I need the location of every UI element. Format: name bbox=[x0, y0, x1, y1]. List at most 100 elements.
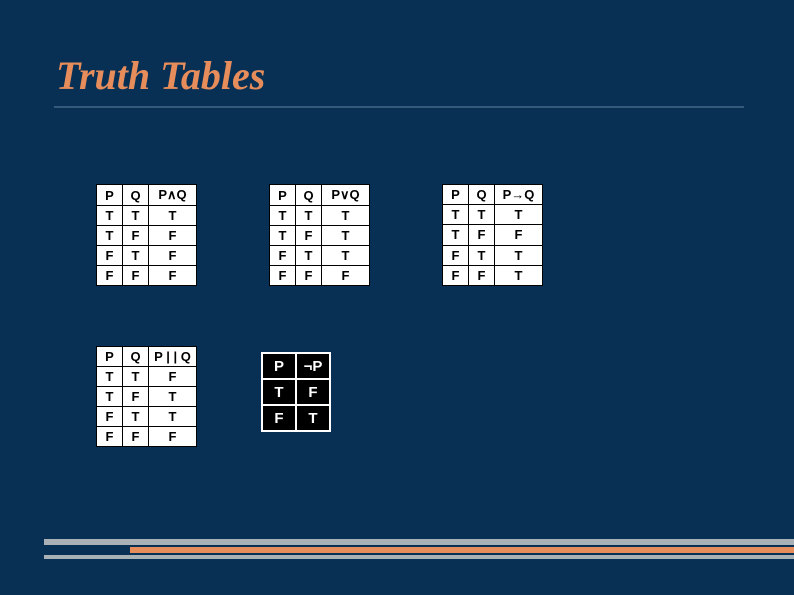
cell: F bbox=[123, 387, 149, 407]
cell: F bbox=[322, 266, 370, 286]
cell: F bbox=[262, 405, 296, 431]
cell: T bbox=[123, 246, 149, 266]
cell: F bbox=[97, 407, 123, 427]
cell: T bbox=[443, 205, 469, 225]
col-header-and: P∧Q bbox=[149, 185, 197, 206]
cell: F bbox=[149, 246, 197, 266]
cell: F bbox=[495, 225, 543, 245]
cell: T bbox=[495, 205, 543, 225]
cell: T bbox=[270, 226, 296, 246]
cell: F bbox=[149, 266, 197, 286]
table-row: FFF bbox=[97, 427, 197, 447]
cell: T bbox=[322, 206, 370, 226]
table-row: TFF bbox=[443, 225, 543, 245]
table-row: FTT bbox=[97, 407, 197, 427]
cell: T bbox=[469, 205, 495, 225]
col-header-q: Q bbox=[469, 185, 495, 205]
cell: T bbox=[262, 379, 296, 405]
cell: T bbox=[322, 226, 370, 246]
truth-table-and: P Q P∧Q TTT TFF FTF FFF bbox=[96, 184, 197, 286]
cell: F bbox=[149, 226, 197, 246]
cell: T bbox=[97, 206, 123, 226]
cell: T bbox=[149, 387, 197, 407]
cell: F bbox=[97, 246, 123, 266]
footer-bar-gray-bottom bbox=[44, 555, 794, 559]
table-row: FTF bbox=[97, 246, 197, 266]
table-row: FT bbox=[262, 405, 330, 431]
col-header-imp: P→Q bbox=[495, 185, 543, 205]
footer-decoration bbox=[0, 539, 794, 559]
table-row: TTT bbox=[270, 206, 370, 226]
table-row: FFF bbox=[97, 266, 197, 286]
table-row: TFT bbox=[270, 226, 370, 246]
cell: F bbox=[296, 379, 330, 405]
table-row: TFT bbox=[97, 387, 197, 407]
table-row: FFT bbox=[443, 265, 543, 285]
cell: F bbox=[123, 427, 149, 447]
cell: T bbox=[123, 367, 149, 387]
cell: T bbox=[123, 407, 149, 427]
cell: F bbox=[123, 226, 149, 246]
table-row: TFF bbox=[97, 226, 197, 246]
cell: T bbox=[149, 407, 197, 427]
cell: F bbox=[270, 246, 296, 266]
table-row: FTT bbox=[443, 245, 543, 265]
cell: F bbox=[97, 266, 123, 286]
cell: T bbox=[495, 265, 543, 285]
table-header-row: P Q P | | Q bbox=[97, 347, 197, 367]
footer-bar-orange bbox=[130, 547, 794, 553]
cell: T bbox=[296, 206, 322, 226]
col-header-q: Q bbox=[123, 347, 149, 367]
title-underline bbox=[54, 106, 744, 108]
truth-table-xor: P Q P | | Q TTF TFT FTT FFF bbox=[96, 346, 197, 447]
cell: T bbox=[97, 367, 123, 387]
col-header-or: P∨Q bbox=[322, 185, 370, 206]
cell: T bbox=[322, 246, 370, 266]
cell: T bbox=[270, 206, 296, 226]
cell: F bbox=[296, 266, 322, 286]
cell: T bbox=[123, 206, 149, 226]
table-row: TTF bbox=[97, 367, 197, 387]
table-row: TF bbox=[262, 379, 330, 405]
table-row: FFF bbox=[270, 266, 370, 286]
truth-tables-row-1: P Q P∧Q TTT TFF FTF FFF P Q P∨Q TTT TFT … bbox=[96, 184, 543, 286]
truth-table-or: P Q P∨Q TTT TFT FTT FFF bbox=[269, 184, 370, 286]
table-row: FTT bbox=[270, 246, 370, 266]
cell: F bbox=[270, 266, 296, 286]
truth-tables-row-2: P Q P | | Q TTF TFT FTT FFF P ¬P TF FT bbox=[96, 346, 331, 447]
cell: T bbox=[296, 405, 330, 431]
slide-title: Truth Tables bbox=[56, 52, 265, 99]
table-row: TTT bbox=[443, 205, 543, 225]
col-header-p: P bbox=[262, 353, 296, 379]
cell: T bbox=[149, 206, 197, 226]
cell: T bbox=[495, 245, 543, 265]
col-header-q: Q bbox=[296, 185, 322, 206]
col-header-p: P bbox=[270, 185, 296, 206]
table-row: TTT bbox=[97, 206, 197, 226]
cell: F bbox=[296, 226, 322, 246]
cell: F bbox=[97, 427, 123, 447]
col-header-q: Q bbox=[123, 185, 149, 206]
footer-bar-gray-top bbox=[44, 539, 794, 545]
cell: F bbox=[149, 367, 197, 387]
col-header-not-p: ¬P bbox=[296, 353, 330, 379]
cell: T bbox=[296, 246, 322, 266]
table-header-row: P Q P∨Q bbox=[270, 185, 370, 206]
table-header-row: P ¬P bbox=[262, 353, 330, 379]
cell: T bbox=[443, 225, 469, 245]
truth-table-negation: P ¬P TF FT bbox=[261, 352, 331, 432]
cell: F bbox=[469, 225, 495, 245]
truth-table-implication: P Q P→Q TTT TFF FTT FFT bbox=[442, 184, 543, 286]
col-header-p: P bbox=[97, 347, 123, 367]
cell: F bbox=[443, 245, 469, 265]
col-header-xor: P | | Q bbox=[149, 347, 197, 367]
cell: F bbox=[469, 265, 495, 285]
cell: T bbox=[97, 387, 123, 407]
cell: F bbox=[443, 265, 469, 285]
cell: T bbox=[469, 245, 495, 265]
cell: F bbox=[123, 266, 149, 286]
cell: T bbox=[97, 226, 123, 246]
cell: F bbox=[149, 427, 197, 447]
col-header-p: P bbox=[443, 185, 469, 205]
table-header-row: P Q P∧Q bbox=[97, 185, 197, 206]
